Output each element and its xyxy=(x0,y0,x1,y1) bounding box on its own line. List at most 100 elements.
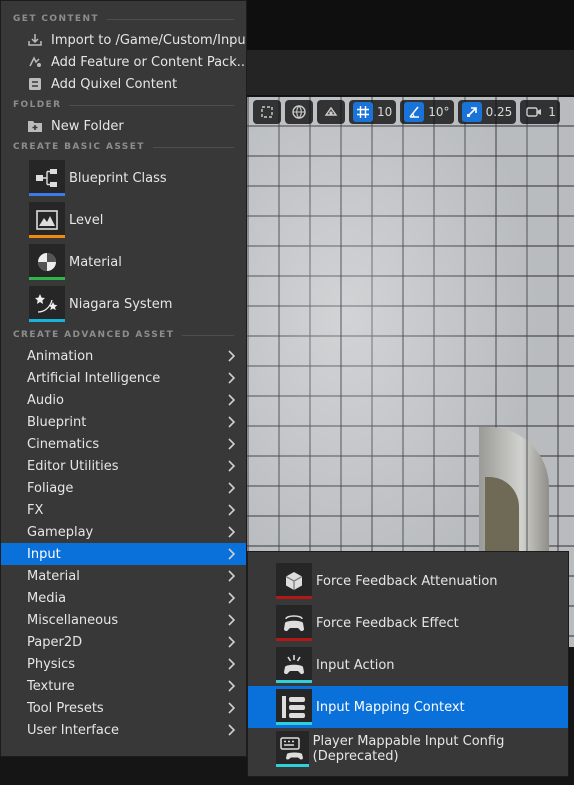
submenu-item-label: Force Feedback Attenuation xyxy=(316,573,498,589)
category-gameplay[interactable]: Gameplay xyxy=(1,521,246,543)
world-local-toggle[interactable] xyxy=(285,100,313,124)
grid-icon xyxy=(353,102,373,122)
asset-label: Material xyxy=(69,254,122,270)
category-blueprint[interactable]: Blueprint xyxy=(1,411,246,433)
category-label: Paper2D xyxy=(27,634,83,650)
feature-pack-icon xyxy=(27,54,43,70)
asset-label: Level xyxy=(69,212,104,228)
menu-item-import[interactable]: Import to /Game/Custom/Input... xyxy=(1,29,246,51)
level-icon xyxy=(29,202,65,238)
new-folder-icon xyxy=(27,118,43,134)
menu-item-quixel[interactable]: Add Quixel Content xyxy=(1,73,246,95)
submenu-item-input-mapping-context[interactable]: Input Mapping Context xyxy=(248,686,568,728)
chevron-right-icon xyxy=(224,371,238,385)
category-label: Editor Utilities xyxy=(27,458,119,474)
scale-snap-button[interactable]: 0.25 xyxy=(457,100,517,124)
category-label: User Interface xyxy=(27,722,119,738)
category-label: Texture xyxy=(27,678,75,694)
quixel-icon xyxy=(27,76,43,92)
asset-color-bar xyxy=(29,193,65,196)
category-label: Material xyxy=(27,568,80,584)
menu-item-label: Import to /Game/Custom/Input... xyxy=(51,32,246,48)
surface-snap-button[interactable] xyxy=(317,100,345,124)
chevron-right-icon xyxy=(224,459,238,473)
category-label: Foliage xyxy=(27,480,74,496)
chevron-right-icon xyxy=(224,701,238,715)
category-paper2d[interactable]: Paper2D xyxy=(1,631,246,653)
submenu-item-force-feedback-effect[interactable]: Force Feedback Effect xyxy=(248,602,568,644)
section-create-advanced: CREATE ADVANCED ASSET xyxy=(1,325,246,345)
category-fx[interactable]: FX xyxy=(1,499,246,521)
camera-speed-button[interactable]: 1 xyxy=(520,100,560,124)
asset-material[interactable]: Material xyxy=(1,241,246,283)
category-label: Media xyxy=(27,590,67,606)
player-mappable-config-icon xyxy=(276,731,309,767)
rotation-snap-value[interactable]: 10° xyxy=(428,105,449,119)
viewport-toolbar: 10 10° 0.25 1 xyxy=(247,97,574,127)
scale-arrow-icon xyxy=(461,102,482,122)
input-submenu: Force Feedback Attenuation Force Feedbac… xyxy=(247,551,569,777)
asset-color-bar xyxy=(276,638,312,641)
grid-snap-button[interactable]: 10 xyxy=(349,100,397,124)
section-folder: FOLDER xyxy=(1,95,246,115)
camera-speed-value[interactable]: 1 xyxy=(548,105,556,119)
category-label: Physics xyxy=(27,656,76,672)
menu-item-add-feature[interactable]: Add Feature or Content Pack... xyxy=(1,51,246,73)
niagara-system-icon xyxy=(29,286,65,322)
rotation-snap-button[interactable]: 10° xyxy=(400,100,454,124)
chevron-right-icon xyxy=(224,547,238,561)
asset-level[interactable]: Level xyxy=(1,199,246,241)
submenu-item-player-mappable-input-config[interactable]: Player Mappable Input Config (Deprecated… xyxy=(248,728,568,770)
category-texture[interactable]: Texture xyxy=(1,675,246,697)
category-material[interactable]: Material xyxy=(1,565,246,587)
input-action-icon xyxy=(276,647,312,683)
category-cinematics[interactable]: Cinematics xyxy=(1,433,246,455)
chevron-right-icon xyxy=(224,437,238,451)
category-media[interactable]: Media xyxy=(1,587,246,609)
asset-color-bar xyxy=(29,319,65,322)
submenu-item-input-action[interactable]: Input Action xyxy=(248,644,568,686)
main-toolbar xyxy=(247,50,574,96)
asset-color-bar xyxy=(276,596,312,599)
category-label: Blueprint xyxy=(27,414,87,430)
section-divider xyxy=(152,146,234,148)
asset-niagara-system[interactable]: Niagara System xyxy=(1,283,246,325)
chevron-right-icon xyxy=(224,569,238,583)
camera-icon xyxy=(524,102,544,122)
menu-item-label: Add Feature or Content Pack... xyxy=(51,54,246,70)
category-tool-presets[interactable]: Tool Presets xyxy=(1,697,246,719)
submenu-item-label: Input Mapping Context xyxy=(316,699,465,715)
section-divider xyxy=(182,334,234,336)
category-label: Input xyxy=(27,546,61,562)
category-label: Gameplay xyxy=(27,524,94,540)
asset-blueprint-class[interactable]: Blueprint Class xyxy=(1,157,246,199)
category-artificial-intelligence[interactable]: Artificial Intelligence xyxy=(1,367,246,389)
category-miscellaneous[interactable]: Miscellaneous xyxy=(1,609,246,631)
category-user-interface[interactable]: User Interface xyxy=(1,719,246,741)
chevron-right-icon xyxy=(224,503,238,517)
section-label: CREATE ADVANCED ASSET xyxy=(13,330,175,340)
asset-color-bar xyxy=(276,680,312,683)
category-editor-utilities[interactable]: Editor Utilities xyxy=(1,455,246,477)
chevron-right-icon xyxy=(224,723,238,737)
scale-mode-icon xyxy=(257,102,277,122)
scale-snap-value[interactable]: 0.25 xyxy=(486,105,513,119)
title-bar-area xyxy=(247,0,574,50)
import-icon xyxy=(27,32,43,48)
category-label: Cinematics xyxy=(27,436,100,452)
force-feedback-effect-icon xyxy=(276,605,312,641)
menu-item-new-folder[interactable]: New Folder xyxy=(1,115,246,137)
category-audio[interactable]: Audio xyxy=(1,389,246,411)
material-icon xyxy=(29,244,65,280)
category-foliage[interactable]: Foliage xyxy=(1,477,246,499)
transform-mode-button[interactable] xyxy=(253,100,281,124)
category-input[interactable]: Input xyxy=(1,543,246,565)
submenu-item-force-feedback-attenuation[interactable]: Force Feedback Attenuation xyxy=(248,560,568,602)
asset-color-bar xyxy=(276,722,312,725)
submenu-item-label: Force Feedback Effect xyxy=(316,615,459,631)
grid-snap-value[interactable]: 10 xyxy=(377,105,392,119)
category-physics[interactable]: Physics xyxy=(1,653,246,675)
force-feedback-attenuation-icon xyxy=(276,563,312,599)
category-animation[interactable]: Animation xyxy=(1,345,246,367)
blueprint-class-icon xyxy=(29,160,65,196)
